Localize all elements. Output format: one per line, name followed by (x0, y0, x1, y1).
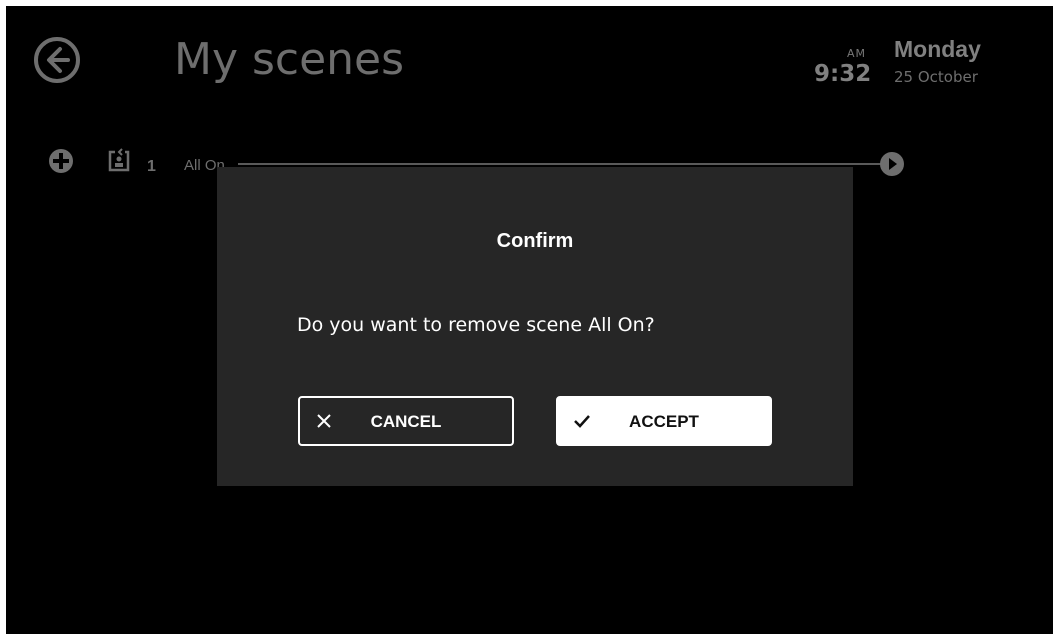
cancel-label: CANCEL (370, 412, 442, 431)
scene-person-icon (108, 148, 130, 172)
arrow-left-circle-icon (34, 37, 80, 83)
clock-ampm: AM (847, 47, 867, 60)
cancel-button[interactable]: CANCEL (298, 396, 514, 446)
add-scene-button[interactable] (47, 147, 75, 175)
screen: My scenes AM 9:32 Monday 25 October 1 Al… (6, 6, 1053, 634)
accept-label: ACCEPT (629, 412, 699, 431)
dialog-message: Do you want to remove scene All On? (297, 314, 655, 336)
clock-day: Monday (894, 36, 981, 62)
scene-count: 1 (147, 158, 156, 175)
clock-date: 25 October (894, 68, 978, 86)
confirm-dialog: Confirm Do you want to remove scene All … (217, 167, 853, 486)
scene-play-button[interactable] (878, 150, 906, 178)
plus-circle-icon (49, 149, 73, 173)
dialog-title: Confirm (496, 230, 574, 252)
play-circle-icon (880, 152, 904, 176)
back-button[interactable] (33, 36, 81, 84)
scene-icon (107, 147, 131, 173)
clock-time: 9:32 (814, 61, 872, 87)
accept-button[interactable]: ACCEPT (556, 396, 772, 446)
scene-divider-line (238, 163, 888, 165)
page-title: My scenes (174, 34, 405, 85)
